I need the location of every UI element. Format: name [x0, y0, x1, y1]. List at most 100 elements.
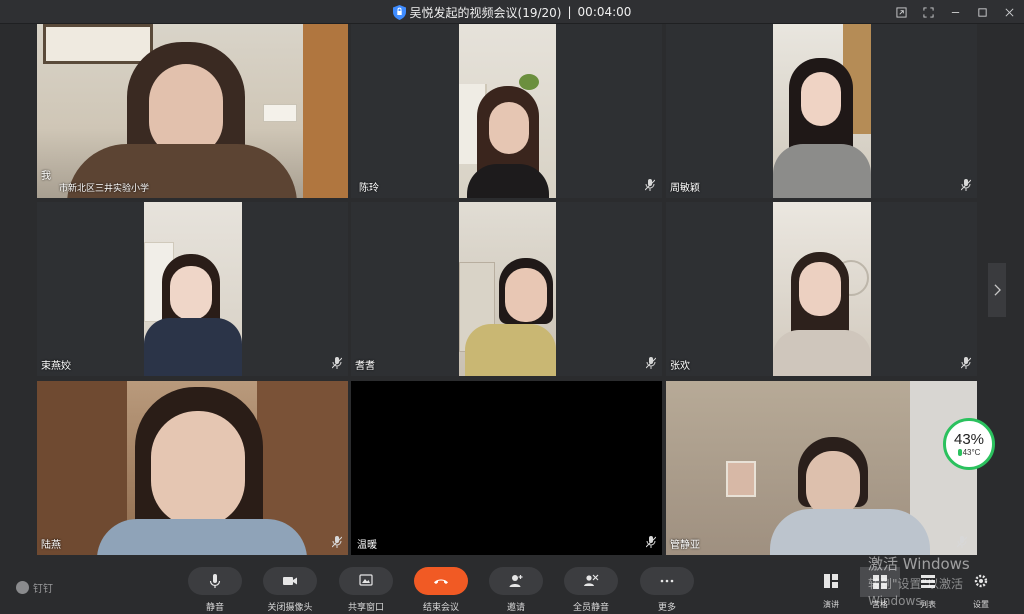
more-icon [660, 579, 674, 583]
more-button[interactable] [640, 567, 694, 595]
participant-name: 我 [41, 171, 51, 182]
camera-icon [283, 577, 297, 585]
video-feed-self [37, 24, 348, 198]
video-grid: 我 市新北区三井实验小学 陈玲 周敏颖 束燕姣 耆耆 张欢 陆燕 温暖 管静亚 [37, 24, 977, 555]
next-page-button[interactable] [988, 263, 1006, 317]
fullscreen-icon[interactable] [922, 6, 935, 19]
temperature-value: 43°C [962, 448, 981, 457]
share-window-button[interactable] [339, 567, 393, 595]
meeting-title-text: 吴悦发起的视频会议(19/20) [409, 5, 562, 20]
participant-name: 管静亚 [670, 540, 700, 551]
brand-label: 钉钉 [33, 584, 53, 595]
microphone-icon [209, 574, 221, 588]
video-tile-wennuan[interactable]: 温暖 [351, 381, 662, 555]
video-feed-guanjingya [666, 381, 977, 555]
speaker-layout-icon [824, 574, 838, 588]
video-feed-luyan [37, 381, 348, 555]
mute-button[interactable] [188, 567, 242, 595]
activation-watermark-sub: 转到"设置"以激活 Windows。 [868, 577, 964, 608]
invite-label: 邀请 [506, 603, 525, 613]
plant [519, 74, 539, 90]
camera-off-label: 关闭摄像头 [267, 603, 313, 613]
mic-muted-icon [957, 536, 967, 548]
activation-watermark: 激活 Windows [868, 555, 970, 573]
person-face [505, 268, 547, 322]
mute-all-icon [584, 574, 599, 586]
dingtalk-logo-icon [16, 581, 29, 594]
speaker-view-label: 演讲 [823, 600, 839, 609]
calligraphy-frame [43, 24, 153, 64]
video-tile-luyan[interactable]: 陆燕 [37, 381, 348, 555]
share-screen-icon [359, 574, 373, 586]
window-controls [895, 0, 1016, 24]
mic-muted-icon [961, 179, 971, 191]
mic-muted-icon [645, 179, 655, 191]
participant-org: 市新北区三井实验小学 [59, 184, 150, 194]
video-tile-zhanghuan[interactable]: 张欢 [666, 202, 977, 376]
person-body [467, 164, 549, 198]
video-feed-zhanghuan [773, 202, 871, 376]
pin-icon[interactable] [895, 6, 908, 19]
more-label: 更多 [657, 603, 676, 613]
mic-muted-icon [332, 536, 342, 548]
speaker-view-button[interactable] [819, 569, 843, 593]
participant-name: 陈玲 [359, 183, 379, 194]
mic-muted-icon [646, 357, 656, 369]
door-frame [303, 24, 348, 198]
participant-name: 张欢 [670, 361, 690, 372]
participant-name: 束燕姣 [41, 361, 71, 372]
mic-muted-icon [646, 536, 656, 548]
shield-icon [392, 4, 406, 20]
person-body [97, 519, 307, 555]
temperature: 43°C [957, 448, 981, 457]
mic-muted-icon [961, 357, 971, 369]
video-tile-chenling[interactable]: 陈玲 [351, 24, 662, 198]
mic-muted-icon [332, 357, 342, 369]
video-feed-qiqi [459, 202, 556, 376]
camera-off-button[interactable] [263, 567, 317, 595]
light-switch [263, 104, 297, 122]
person-body [144, 318, 242, 376]
video-tile-zhouminying[interactable]: 周敏颖 [666, 24, 977, 198]
person-face [489, 102, 529, 154]
thermometer-icon [957, 449, 962, 456]
invite-button[interactable] [489, 567, 543, 595]
participant-name: 陆燕 [41, 540, 61, 551]
maximize-icon[interactable] [976, 6, 989, 19]
share-window-label: 共享窗口 [347, 603, 384, 613]
person-face [151, 411, 245, 527]
person-face [799, 262, 841, 316]
mute-all-label: 全员静音 [572, 603, 609, 613]
person-face [806, 451, 860, 517]
video-feed-shuyanjiao [144, 202, 242, 376]
person-face [801, 72, 841, 126]
video-tile-qiqi[interactable]: 耆耆 [351, 202, 662, 376]
participant-name: 耆耆 [355, 361, 375, 372]
cpu-usage: 43% [953, 431, 985, 448]
minimize-icon[interactable] [949, 6, 962, 19]
performance-badge[interactable]: 43% 43°C [943, 418, 995, 470]
video-feed-chenling [459, 24, 556, 198]
close-icon[interactable] [1003, 6, 1016, 19]
video-tile-self[interactable]: 我 市新北区三井实验小学 [37, 24, 348, 198]
person-body [773, 144, 871, 198]
person-face [149, 64, 223, 156]
video-tile-shuyanjiao[interactable]: 束燕姣 [37, 202, 348, 376]
person-face [170, 266, 212, 320]
mute-label: 静音 [205, 603, 224, 613]
meeting-title: 吴悦发起的视频会议(19/20) | 00:04:00 [0, 0, 1024, 24]
person-body [773, 330, 871, 376]
title-bar: 吴悦发起的视频会议(19/20) | 00:04:00 [0, 0, 1024, 24]
participant-name: 温暖 [357, 540, 377, 551]
hang-up-icon [434, 579, 448, 584]
video-feed-zhouminying [773, 24, 871, 198]
video-tile-guanjingya[interactable]: 管静亚 [666, 381, 977, 555]
wall-picture [726, 461, 756, 497]
person-body [465, 324, 556, 376]
mute-all-button[interactable] [564, 567, 618, 595]
end-meeting-label: 结束会议 [422, 603, 459, 613]
meeting-timer: 00:04:00 [577, 5, 632, 19]
person-body [770, 509, 930, 555]
end-meeting-button[interactable] [414, 567, 468, 595]
title-separator: | [567, 5, 572, 19]
